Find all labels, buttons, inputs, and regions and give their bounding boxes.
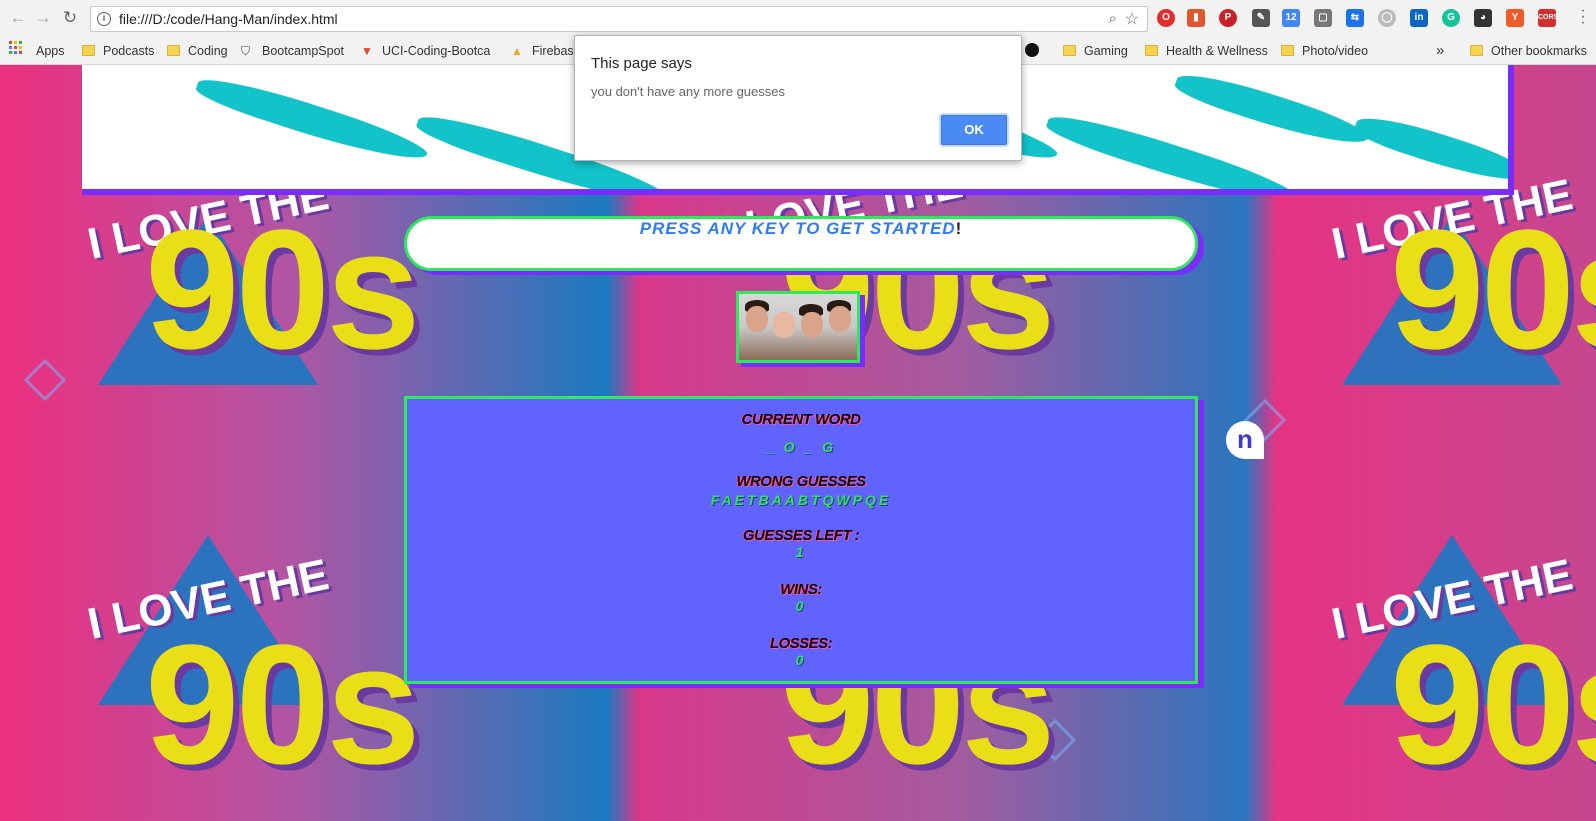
bookmark-label: Coding: [188, 44, 228, 58]
office-extension-icon[interactable]: ▮: [1187, 9, 1205, 27]
cors-extension-icon[interactable]: CORS: [1538, 9, 1558, 27]
spotify-bookmark[interactable]: [1025, 42, 1039, 60]
bookmark-gaming[interactable]: Gaming: [1063, 42, 1128, 60]
guesses-left-label: Guesses Left :: [742, 527, 860, 544]
folder-icon: [1281, 45, 1294, 56]
bookmark-label: Podcasts: [103, 44, 155, 58]
opera-extension-icon[interactable]: O: [1157, 9, 1175, 27]
current-word-label: Current Word: [741, 411, 862, 428]
apps-grid-icon[interactable]: [9, 41, 23, 55]
bg-shape: [23, 358, 67, 402]
bookmark-label: Gaming: [1084, 44, 1128, 58]
folder-icon: [1145, 45, 1158, 56]
bookmark-apps[interactable]: Apps: [36, 42, 65, 60]
bookmark-health[interactable]: Health & Wellness: [1145, 42, 1268, 60]
seinfeld-cast-photo: [736, 291, 860, 363]
sync-extension-icon[interactable]: ⇆: [1346, 9, 1364, 27]
browser-toolbar: ← → ↻ i file:///D:/code/Hang-Man/index.h…: [0, 0, 1596, 37]
bookmark-label: Photo/video: [1302, 44, 1369, 58]
circle-extension-icon[interactable]: ◯: [1378, 9, 1396, 27]
spotify-icon: [1025, 43, 1039, 57]
address-bar[interactable]: i file:///D:/code/Hang-Man/index.html ⌕ …: [90, 6, 1148, 32]
forward-arrow-icon[interactable]: →: [33, 8, 53, 28]
bg-90s-text: 90s: [145, 610, 421, 800]
bookmark-label: Health & Wellness: [1166, 44, 1268, 58]
url-text: file:///D:/code/Hang-Man/index.html: [119, 11, 338, 27]
bookmark-other[interactable]: Other bookmarks: [1470, 42, 1587, 60]
losses-label: Losses:: [769, 635, 833, 652]
side-badge-icon[interactable]: n: [1226, 421, 1264, 459]
bookmark-label: BootcampSpot: [262, 44, 344, 58]
alert-title: This page says: [591, 55, 692, 72]
wrong-guesses-value: FAETBAABTQWPQE: [710, 492, 892, 508]
info-icon[interactable]: i: [97, 12, 111, 26]
wins-value: 0: [795, 598, 807, 614]
bookmark-photo[interactable]: Photo/video: [1281, 42, 1368, 60]
grammarly-extension-icon[interactable]: G: [1442, 9, 1460, 27]
back-arrow-icon[interactable]: ←: [8, 8, 28, 28]
photo-face: [773, 312, 795, 338]
bg-90s-text: 90s: [1390, 610, 1596, 800]
folder-icon: [82, 45, 95, 56]
star-icon[interactable]: ☆: [1125, 9, 1139, 29]
page-content: I LOVE THE 90s I LOVE THE 90s I LOVE THE…: [0, 65, 1596, 821]
gitlab-icon: ▼: [361, 44, 373, 58]
bookmark-label: Other bookmarks: [1491, 44, 1587, 58]
bookmark-bootcampspot[interactable]: ⛉ BootcampSpot: [241, 42, 344, 60]
bookmark-label: Firebas: [532, 44, 574, 58]
wrong-guesses-label: Wrong Guesses: [736, 473, 866, 490]
firebase-icon: ▲: [511, 44, 523, 58]
guesses-left-value: 1: [795, 544, 807, 560]
bookmark-label: UCI-Coding-Bootca: [382, 44, 491, 58]
start-prompt-text: Press any key to get started: [639, 219, 956, 238]
current-word-value: _ O _ G: [765, 439, 837, 455]
bookmark-firebase[interactable]: ▲ Firebas: [511, 42, 574, 60]
bg-90s-text: 90s: [145, 195, 421, 385]
pinterest-extension-icon[interactable]: P: [1219, 9, 1237, 27]
brush-stroke: [193, 68, 431, 172]
zoom-icon[interactable]: ⌕: [1109, 10, 1117, 27]
alert-ok-button[interactable]: OK: [941, 115, 1007, 145]
linkedin-extension-icon[interactable]: in: [1410, 9, 1428, 27]
alert-dialog: This page says you don't have any more g…: [574, 35, 1022, 161]
y-extension-icon[interactable]: Y: [1506, 9, 1524, 27]
game-panel: Current Word _ O _ G Wrong Guesses FAETB…: [404, 396, 1198, 684]
bookmark-uci[interactable]: ▼ UCI-Coding-Bootca: [361, 42, 490, 60]
bookmark-podcasts[interactable]: Podcasts: [82, 42, 154, 60]
photo-face: [801, 312, 823, 338]
calendar-extension-icon[interactable]: 12: [1282, 9, 1300, 27]
shield-icon: ⛉: [241, 44, 251, 58]
folder-icon: [1470, 45, 1483, 56]
bookmark-coding[interactable]: Coding: [167, 42, 228, 60]
folder-icon: [167, 45, 180, 56]
reload-icon[interactable]: ↻: [60, 8, 80, 28]
screenshot-extension-icon[interactable]: ▢: [1314, 9, 1332, 27]
start-prompt: Press any key to get started!: [404, 216, 1198, 271]
brush-stroke: [1172, 65, 1372, 156]
alert-message: you don't have any more guesses: [591, 84, 785, 99]
folder-icon: [1063, 45, 1076, 56]
losses-value: 0: [795, 652, 807, 668]
wins-label: Wins:: [780, 581, 822, 598]
brush-stroke: [1351, 107, 1508, 189]
bg-90s-text: 90s: [1390, 195, 1596, 385]
photo-face: [746, 306, 768, 332]
photo-face: [829, 306, 851, 332]
start-prompt-suffix: !: [955, 219, 963, 238]
bookmarks-overflow[interactable]: »: [1436, 42, 1444, 60]
eyedropper-extension-icon[interactable]: ✎: [1252, 9, 1270, 27]
panda-extension-icon[interactable]: ◕: [1474, 9, 1492, 27]
menu-dots-icon[interactable]: · · ·: [1580, 3, 1586, 31]
